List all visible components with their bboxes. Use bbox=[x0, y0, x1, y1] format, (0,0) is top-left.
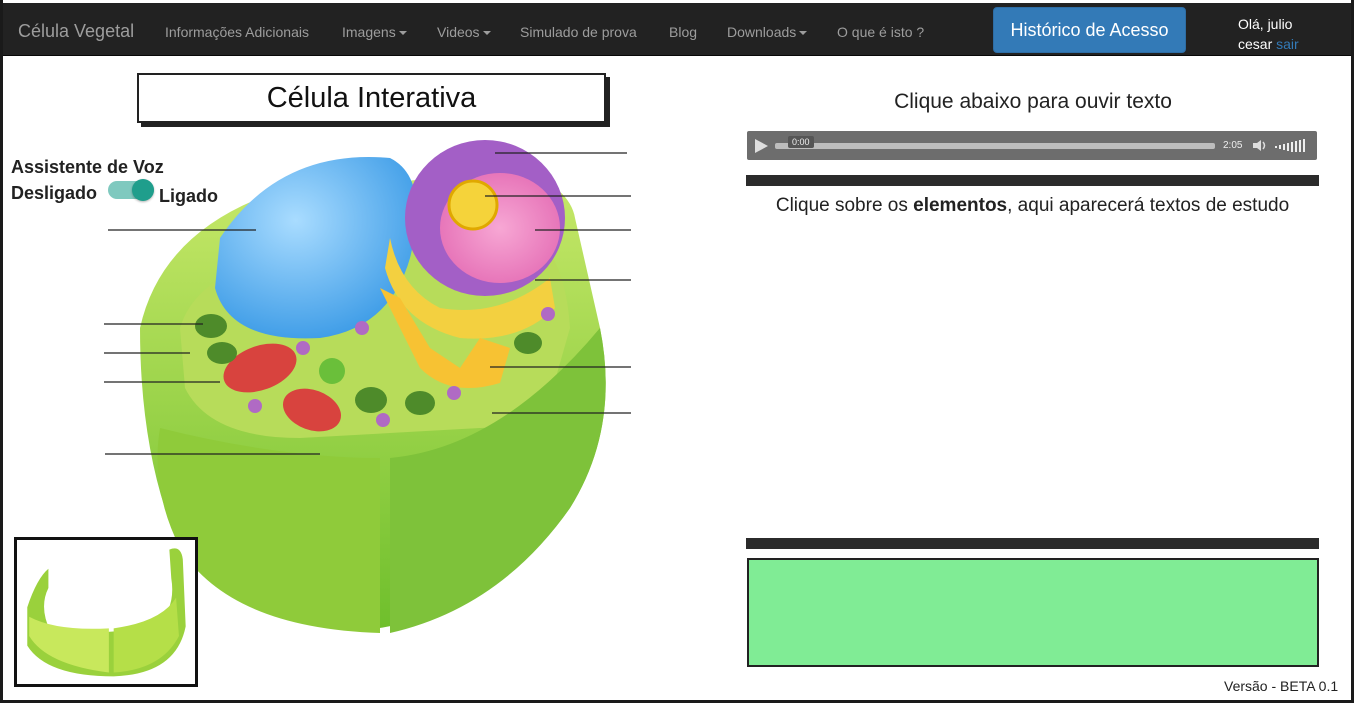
nav-videos[interactable]: Videos bbox=[437, 24, 491, 40]
nav-blog[interactable]: Blog bbox=[669, 24, 697, 40]
vesicle bbox=[376, 413, 390, 427]
caret-down-icon bbox=[398, 31, 407, 36]
top-navbar: Célula Vegetal Informações Adicionais Im… bbox=[3, 3, 1351, 56]
current-time: 0:00 bbox=[788, 136, 814, 148]
study-hint: Clique sobre os elementos, aqui aparecer… bbox=[775, 195, 1290, 216]
volume-level-icon[interactable] bbox=[1275, 139, 1311, 152]
audio-progress-track[interactable]: 0:00 bbox=[775, 136, 1215, 149]
vesicle bbox=[355, 321, 369, 335]
answer-box bbox=[747, 558, 1319, 667]
nav-o-que-e-isto[interactable]: O que é isto ? bbox=[837, 24, 924, 40]
nav-simulado[interactable]: Simulado de prova bbox=[520, 24, 637, 40]
history-button[interactable]: Histórico de Acesso bbox=[993, 7, 1186, 53]
nav-informacoes[interactable]: Informações Adicionais bbox=[165, 24, 309, 40]
chloroplast[interactable] bbox=[355, 387, 387, 413]
voice-off-label: Desligado bbox=[11, 183, 98, 203]
caret-down-icon bbox=[482, 31, 491, 36]
nav-imagens[interactable]: Imagens bbox=[342, 24, 407, 40]
volume-icon[interactable] bbox=[1252, 139, 1268, 152]
vesicle bbox=[541, 307, 555, 321]
peroxisome[interactable] bbox=[319, 358, 345, 384]
nav-downloads[interactable]: Downloads bbox=[727, 24, 808, 40]
version-label: Versão - BETA 0.1 bbox=[1224, 678, 1339, 694]
caret-down-icon bbox=[799, 31, 808, 36]
top-divider bbox=[746, 175, 1319, 186]
chloroplast[interactable] bbox=[207, 342, 237, 364]
nucleolus[interactable] bbox=[447, 179, 499, 231]
cell-wall-preview[interactable] bbox=[14, 537, 198, 687]
play-icon[interactable] bbox=[755, 139, 768, 153]
user-greeting: Olá, julio cesar sair bbox=[1238, 16, 1299, 52]
bottom-divider bbox=[746, 538, 1319, 549]
chloroplast[interactable] bbox=[195, 314, 227, 338]
chloroplast[interactable] bbox=[405, 391, 435, 415]
cell-wall-preview-image bbox=[27, 548, 186, 677]
vesicle bbox=[447, 386, 461, 400]
vesicle bbox=[296, 341, 310, 355]
audio-player[interactable]: 0:00 2:05 bbox=[747, 131, 1317, 160]
vesicle bbox=[248, 399, 262, 413]
brand-link[interactable]: Célula Vegetal bbox=[18, 21, 134, 42]
audio-duration: 2:05 bbox=[1223, 140, 1243, 151]
chloroplast[interactable] bbox=[514, 332, 542, 354]
page-title: Célula Interativa bbox=[266, 82, 477, 114]
logout-link[interactable]: sair bbox=[1276, 36, 1299, 52]
page-title-box: Célula Interativa bbox=[137, 73, 606, 123]
audio-title: Clique abaixo para ouvir texto bbox=[894, 90, 1172, 113]
